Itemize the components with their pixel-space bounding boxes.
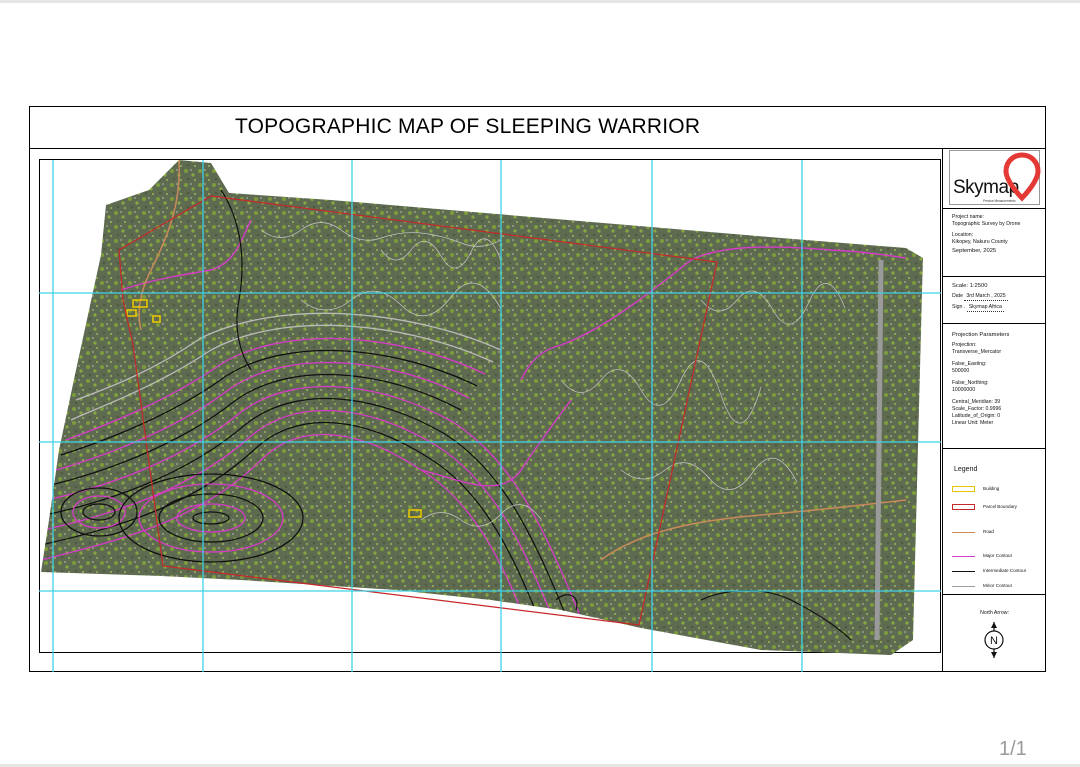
- false-easting-label: False_Easting:: [952, 361, 987, 367]
- road-swatch: [952, 532, 975, 533]
- legend-label: Road: [983, 529, 994, 534]
- projection-value: Transverse_Mercator: [952, 349, 1002, 355]
- linear-unit: Linear Unit: Meter: [952, 420, 994, 426]
- skymap-logo: Skymap Precise Measurements: [949, 150, 1041, 205]
- legend-item-parcel-boundary: Parcel Boundary: [952, 502, 1044, 512]
- false-easting-value: 500000: [952, 368, 970, 374]
- legend-label: Building: [983, 486, 1000, 491]
- legend-label: Intermediate Contour: [983, 568, 1027, 573]
- legend-panel: Legend Building Parcel Boundary Road Maj…: [943, 449, 1046, 595]
- project-name: Topographic Survey by Drone: [952, 221, 1021, 227]
- date-value: 3rd March , 2025: [964, 293, 1008, 301]
- parcel-swatch: [952, 504, 975, 510]
- projection-heading: Projection Parameters: [952, 332, 1010, 338]
- location-pin-icon: [1003, 152, 1041, 202]
- north-arrow-icon: N: [984, 622, 1004, 658]
- survey-date: September, 2025: [952, 248, 997, 254]
- location-label: Location:: [952, 232, 974, 238]
- info-sidebar: Skymap Precise Measurements Project name…: [942, 148, 1046, 672]
- false-northing-value: 10000000: [952, 387, 976, 393]
- orthophoto-map: [39, 160, 941, 672]
- legend-label: Major Contour: [983, 553, 1013, 558]
- legend-label: Parcel Boundary: [983, 504, 1017, 509]
- central-meridian: Central_Meridian: 39: [952, 399, 1001, 405]
- north-arrow-panel: North Arrow: N: [943, 595, 1046, 672]
- legend-label: Minor Contour: [983, 583, 1013, 588]
- latitude-of-origin: Latitude_of_Origin: 0: [952, 413, 1001, 419]
- scale-factor: Scale_Factor: 0.9996: [952, 406, 1002, 412]
- date-label: Date: [952, 293, 963, 299]
- legend-title: Legend: [954, 466, 978, 473]
- legend-item-minor-contour: Minor Contour: [952, 581, 1044, 591]
- minor-contour-swatch: [952, 586, 975, 587]
- false-northing-label: False_Northing:: [952, 380, 989, 386]
- legend-item-road: Road: [952, 527, 1044, 537]
- project-name-label: Project name:: [952, 214, 985, 220]
- map-frame: [39, 159, 941, 672]
- legend-item-building: Building: [952, 484, 1044, 494]
- logo-panel: Skymap Precise Measurements: [943, 148, 1046, 209]
- projection-panel: Projection Parameters Projection: Transv…: [943, 324, 1046, 449]
- sign-label: Sign: [952, 304, 963, 310]
- page-number: 1/1: [999, 738, 1027, 760]
- major-contour-swatch: [952, 556, 975, 557]
- north-letter: N: [990, 635, 998, 647]
- projection-label: Projection:: [952, 342, 977, 348]
- sign-value: Skymap Africa: [966, 304, 1004, 312]
- north-arrow-label: North Arrow:: [980, 610, 1009, 616]
- location-value: Kikopey, Nakuru County: [952, 239, 1008, 245]
- legend-item-major-contour: Major Contour: [952, 551, 1044, 561]
- map-sheet: TOPOGRAPHIC MAP OF SLEEPING WARRIOR Skym…: [29, 106, 1046, 672]
- building-swatch: [952, 486, 975, 492]
- scale-text: Scale: 1:2500: [952, 283, 988, 289]
- project-info-panel: Project name: Topographic Survey by Dron…: [943, 209, 1046, 277]
- legend-item-intermediate-contour: Intermediate Contour: [952, 566, 1044, 576]
- intermediate-contour-swatch: [952, 571, 975, 572]
- scale-panel: Scale: 1:2500 Date 3rd March , 2025 Sign…: [943, 277, 1046, 324]
